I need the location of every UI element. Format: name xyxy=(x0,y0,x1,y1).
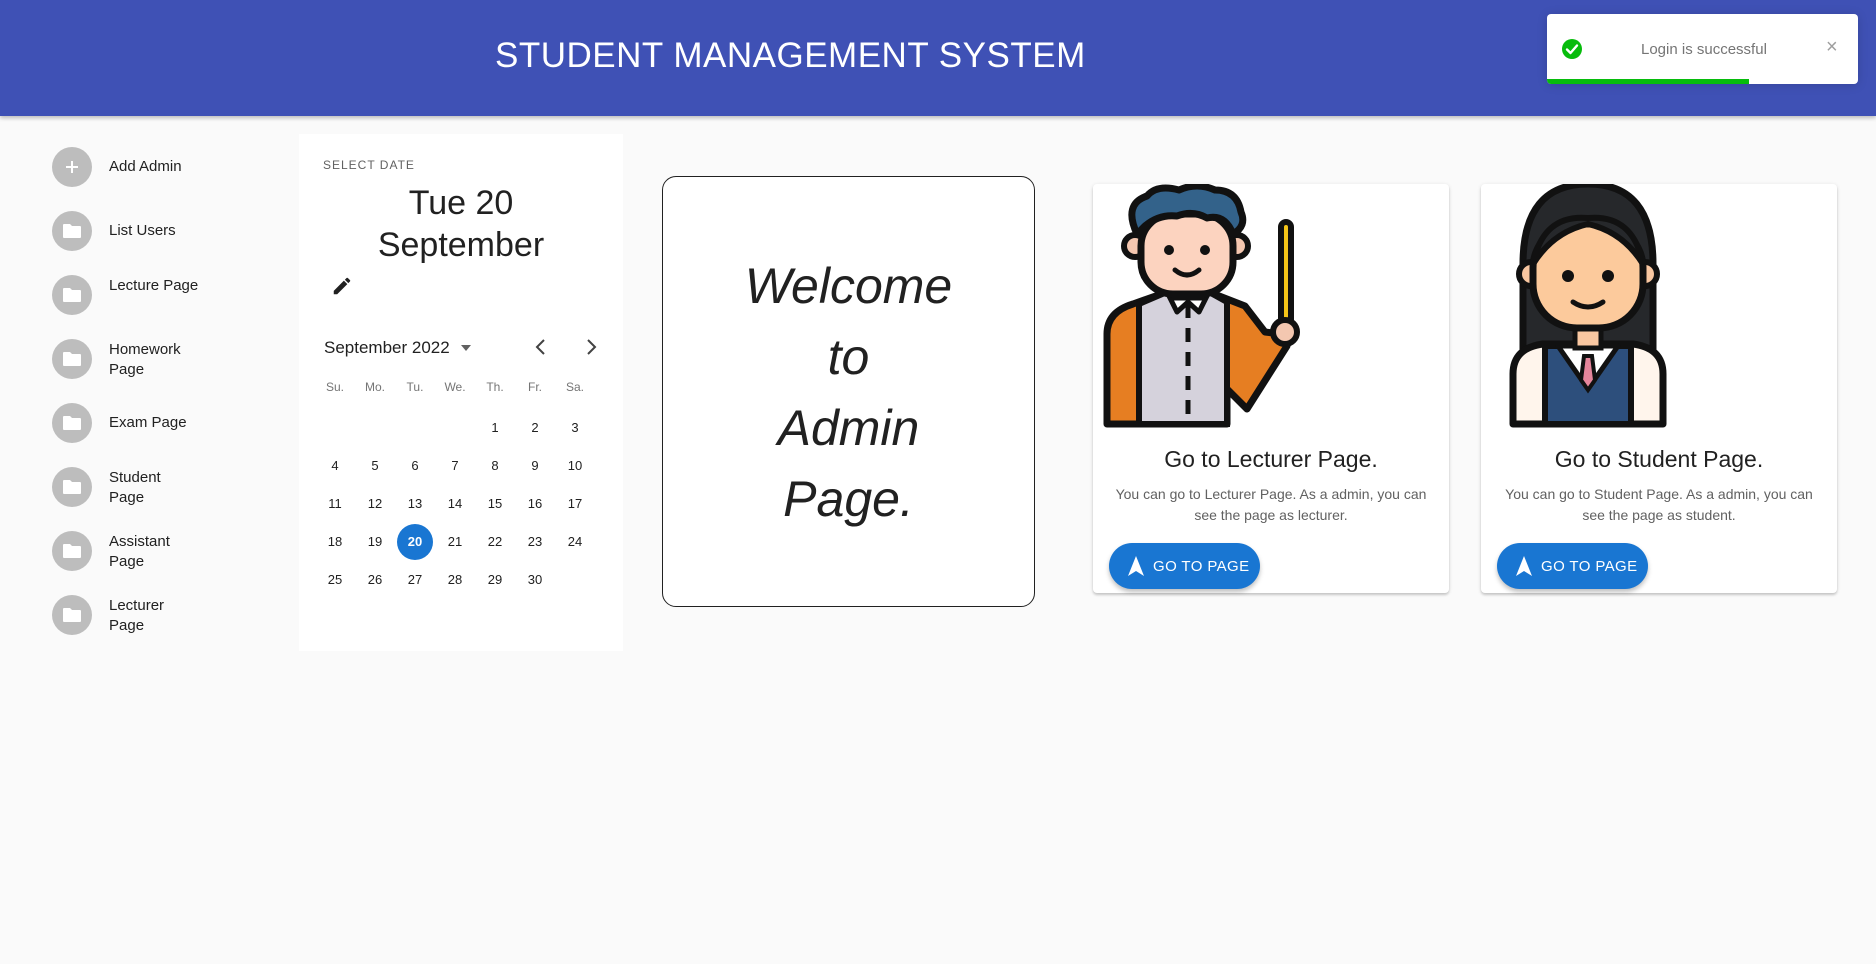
go-to-lecturer-page-button[interactable]: GO TO PAGE xyxy=(1109,543,1260,589)
card-description: You can go to Student Page. As a admin, … xyxy=(1505,486,1813,523)
folder-icon xyxy=(52,531,92,571)
weekday-label: Sa. xyxy=(565,380,584,394)
student-illustration xyxy=(1509,184,1667,428)
welcome-line: to xyxy=(827,329,870,385)
sidebar-item-label: Add Admin xyxy=(109,158,182,175)
calendar-day[interactable]: 28 xyxy=(437,562,473,598)
toast-progress-bar xyxy=(1547,79,1750,84)
calendar-day[interactable]: 2 xyxy=(517,410,553,446)
card-title: Go to Lecturer Page. xyxy=(1164,446,1378,472)
calendar-day[interactable]: 22 xyxy=(477,524,513,560)
folder-icon xyxy=(52,467,92,507)
selected-day[interactable]: 20 xyxy=(397,524,433,560)
folder-icon xyxy=(52,339,92,379)
folder-icon xyxy=(52,275,92,315)
card-description: You can go to Lecturer Page. As a admin,… xyxy=(1115,486,1427,523)
plus-icon xyxy=(52,147,92,187)
button-label: GO TO PAGE xyxy=(1541,558,1638,575)
weekday-label: Th. xyxy=(486,380,504,394)
calendar-day[interactable]: 26 xyxy=(357,562,393,598)
sidebar-item-assistant-page[interactable]: Assistant Page xyxy=(52,519,272,583)
pencil-icon[interactable] xyxy=(331,275,353,297)
sidebar-item-exam-page[interactable]: Exam Page xyxy=(52,391,272,455)
calendar-day[interactable]: 29 xyxy=(477,562,513,598)
app-title: STUDENT MANAGEMENT SYSTEM xyxy=(495,36,1086,75)
sidebar-item-homework-page[interactable]: Homework Page xyxy=(52,327,272,391)
sidebar-item-label: Lecture Page xyxy=(109,277,199,294)
sidebar-item-label: Assistant Page xyxy=(109,533,170,570)
chevron-right-icon[interactable] xyxy=(581,337,601,357)
calendar-day[interactable]: 25 xyxy=(317,562,353,598)
toast-close-button[interactable]: × xyxy=(1826,36,1838,59)
lecturer-illustration xyxy=(1103,184,1300,428)
calendar-day[interactable]: 4 xyxy=(317,448,353,484)
calendar-day[interactable]: 1 xyxy=(477,410,513,446)
sidebar-item-label: Exam Page xyxy=(109,414,187,431)
weekday-label: We. xyxy=(444,380,466,394)
navigation-arrow-icon xyxy=(1516,556,1532,576)
weekday-label: Su. xyxy=(325,380,344,394)
weekday-label: Tu. xyxy=(406,380,424,394)
navigation-arrow-icon xyxy=(1128,556,1144,576)
calendar-day[interactable]: 14 xyxy=(437,486,473,522)
selected-date-weekday: Tue 20 xyxy=(408,184,514,222)
month-label[interactable]: September 2022 xyxy=(324,338,450,358)
calendar-day[interactable]: 21 xyxy=(437,524,473,560)
sidebar-item-label: Homework Page xyxy=(109,341,181,378)
calendar-day[interactable]: 9 xyxy=(517,448,553,484)
sidebar-item-label: Student Page xyxy=(109,469,161,506)
chevron-left-icon[interactable] xyxy=(531,337,551,357)
sidebar-item-lecturer-page[interactable]: Lecturer Page xyxy=(52,583,272,647)
lecturer-card: Go to Lecturer Page. You can go to Lectu… xyxy=(1093,184,1449,593)
folder-icon xyxy=(52,595,92,635)
card-title: Go to Student Page. xyxy=(1554,446,1764,472)
toast-message: Login is successful xyxy=(1641,41,1767,58)
welcome-line: Welcome xyxy=(744,258,953,314)
calendar-day[interactable]: 12 xyxy=(357,486,393,522)
calendar-day[interactable]: 7 xyxy=(437,448,473,484)
folder-icon xyxy=(52,211,92,251)
calendar-day[interactable]: 30 xyxy=(517,562,553,598)
calendar-day[interactable]: 24 xyxy=(557,524,593,560)
sidebar-item-label: List Users xyxy=(109,222,176,239)
caret-down-icon[interactable] xyxy=(459,341,473,355)
calendar-day[interactable]: 23 xyxy=(517,524,553,560)
weekday-label: Mo. xyxy=(364,380,385,394)
calendar-day[interactable]: 3 xyxy=(557,410,593,446)
calendar-day[interactable]: 8 xyxy=(477,448,513,484)
calendar-day[interactable]: 17 xyxy=(557,486,593,522)
sidebar-item-student-page[interactable]: Student Page xyxy=(52,455,272,519)
sidebar-item-label: Lecturer Page xyxy=(109,597,165,634)
sidebar-item-add-admin[interactable]: Add Admin xyxy=(52,135,272,199)
calendar-day[interactable]: 16 xyxy=(517,486,553,522)
welcome-message: Welcome to Admin Page. xyxy=(663,251,1034,535)
weekday-label: Fr. xyxy=(528,380,542,394)
calendar-day[interactable]: 19 xyxy=(357,524,393,560)
button-label: GO TO PAGE xyxy=(1153,558,1250,575)
sidebar-item-lecture-page[interactable]: Lecture Page xyxy=(52,263,272,327)
calendar-day[interactable]: 5 xyxy=(357,448,393,484)
calendar-day[interactable]: 27 xyxy=(397,562,433,598)
selected-date: Tue 20 September xyxy=(299,182,623,266)
sidebar: Add Admin List Users Lecture Page Homewo… xyxy=(0,116,290,676)
welcome-card: Welcome to Admin Page. xyxy=(662,176,1035,607)
calendar-day[interactable]: 11 xyxy=(317,486,353,522)
calendar-day[interactable]: 15 xyxy=(477,486,513,522)
date-picker: SELECT DATE Tue 20 September September 2… xyxy=(299,134,623,651)
welcome-line: Page. xyxy=(783,471,914,527)
calendar-day[interactable]: 13 xyxy=(397,486,433,522)
student-card: Go to Student Page. You can go to Studen… xyxy=(1481,184,1837,593)
calendar-day[interactable]: 18 xyxy=(317,524,353,560)
folder-icon xyxy=(52,403,92,443)
welcome-line: Admin xyxy=(777,400,920,456)
login-toast: Login is successful × xyxy=(1547,14,1858,84)
check-circle-icon xyxy=(1562,39,1582,59)
go-to-student-page-button[interactable]: GO TO PAGE xyxy=(1497,543,1648,589)
sidebar-item-list-users[interactable]: List Users xyxy=(52,199,272,263)
selected-date-month: September xyxy=(377,226,545,264)
calendar-day[interactable]: 6 xyxy=(397,448,433,484)
date-picker-overline: SELECT DATE xyxy=(323,158,415,172)
calendar-day[interactable]: 10 xyxy=(557,448,593,484)
